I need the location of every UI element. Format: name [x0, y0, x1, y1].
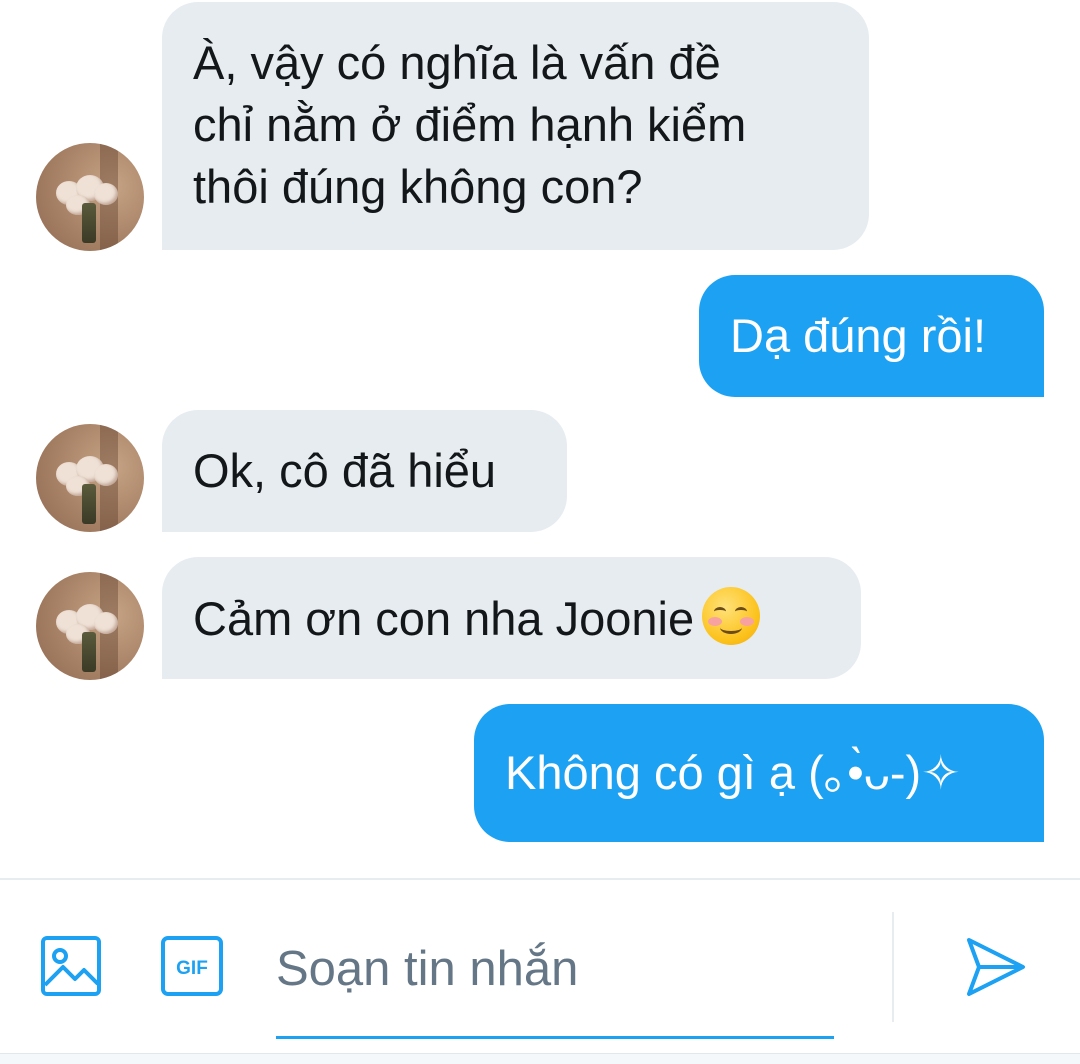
- message-input[interactable]: [276, 932, 834, 1006]
- gif-label: GIF: [176, 958, 208, 979]
- contact-avatar[interactable]: [36, 143, 144, 251]
- message-text: Không có gì ạ (｡•̀ᴗ-)✧: [505, 746, 961, 799]
- message-bubble-incoming[interactable]: À, vậy có nghĩa là vấn đề chỉ nằm ở điểm…: [162, 2, 869, 250]
- input-underline: [276, 1036, 834, 1039]
- bottom-edge: [0, 1053, 1080, 1064]
- message-bubble-outgoing[interactable]: Dạ đúng rồi!: [699, 275, 1044, 397]
- contact-avatar[interactable]: [36, 572, 144, 680]
- send-icon[interactable]: [965, 936, 1027, 998]
- message-bubble-incoming[interactable]: Ok, cô đã hiểu: [162, 410, 567, 532]
- image-icon[interactable]: [40, 935, 102, 997]
- message-text: thôi đúng không con?: [193, 160, 643, 213]
- message-thread: À, vậy có nghĩa là vấn đề chỉ nằm ở điểm…: [0, 0, 1080, 878]
- message-text: Cảm ơn con nha Joonie: [193, 592, 695, 645]
- contact-avatar[interactable]: [36, 424, 144, 532]
- smiling-face-emoji: [702, 587, 761, 645]
- message-text: Ok, cô đã hiểu: [193, 444, 497, 497]
- divider: [892, 912, 894, 1022]
- message-text: chỉ nằm ở điểm hạnh kiểm: [193, 98, 747, 151]
- message-bubble-incoming[interactable]: Cảm ơn con nha Joonie: [162, 557, 861, 679]
- message-text: Dạ đúng rồi!: [730, 309, 987, 362]
- message-bubble-outgoing[interactable]: Không có gì ạ (｡•̀ᴗ-)✧: [474, 704, 1044, 842]
- message-text: À, vậy có nghĩa là vấn đề: [193, 36, 721, 89]
- gif-icon[interactable]: GIF: [160, 935, 224, 997]
- message-composer: GIF: [0, 878, 1080, 1064]
